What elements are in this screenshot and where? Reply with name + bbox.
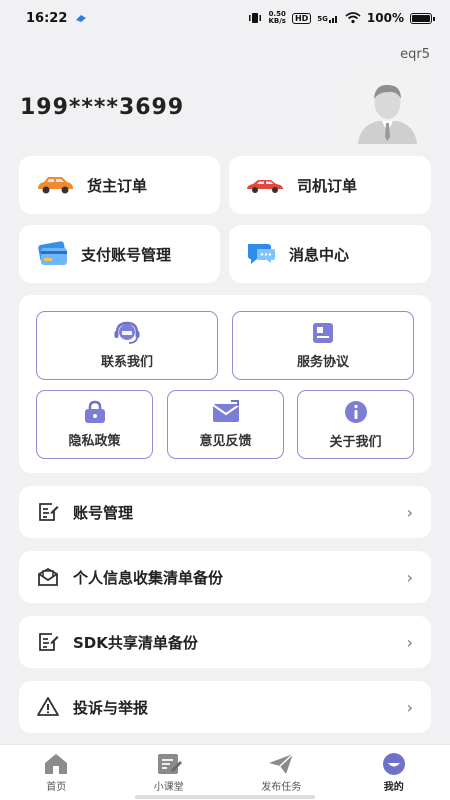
edit-document-icon <box>39 503 59 521</box>
tab-classroom[interactable]: 小课堂 <box>113 752 225 793</box>
avatar-person-icon <box>344 75 431 144</box>
wifi-icon <box>345 12 361 24</box>
driver-orders-card[interactable]: 司机订单 <box>229 156 431 214</box>
message-bubble-icon <box>248 244 275 264</box>
privacy-policy-button[interactable]: 隐私政策 <box>36 390 153 459</box>
lock-icon <box>84 400 105 423</box>
feedback-label: 意见反馈 <box>199 434 252 449</box>
username-label: eqr5 <box>400 47 430 62</box>
tab-mine-label: 我的 <box>383 782 404 793</box>
edit-document-icon <box>39 633 59 651</box>
network-speed: 0.50 KB/s <box>268 10 286 25</box>
personal-info-list-label: 个人信息收集清单备份 <box>73 568 224 587</box>
sdk-share-list-item[interactable]: SDK共享清单备份 › <box>19 616 431 668</box>
phone-number: 199****3699 <box>20 95 185 120</box>
services-panel: 联系我们 服务协议 隐私政策 意见反馈 关于我们 <box>19 295 431 473</box>
headset-icon <box>114 321 140 344</box>
shipper-orders-card[interactable]: 货主订单 <box>19 156 220 214</box>
tab-publish-task-label: 发布任务 <box>261 782 302 793</box>
tab-mine[interactable]: 我的 <box>338 752 450 793</box>
bottom-tab-bar: 首页 小课堂 发布任务 我的 <box>0 744 450 800</box>
tab-home-label: 首页 <box>46 782 67 793</box>
chevron-right-icon: › <box>406 502 413 522</box>
home-icon <box>45 754 68 774</box>
status-bar: 16:22 0.50 KB/s HD 5G 100% <box>0 0 450 36</box>
sdk-share-list-label: SDK共享清单备份 <box>73 633 198 652</box>
chevron-right-icon: › <box>406 697 413 717</box>
message-center-card[interactable]: 消息中心 <box>229 225 431 283</box>
tab-publish-task[interactable]: 发布任务 <box>225 752 337 793</box>
avatar[interactable] <box>344 75 431 144</box>
chevron-right-icon: › <box>406 632 413 652</box>
chevron-right-icon: › <box>406 567 413 587</box>
payment-account-card[interactable]: 支付账号管理 <box>19 225 220 283</box>
about-us-button[interactable]: 关于我们 <box>297 390 414 459</box>
tab-classroom-label: 小课堂 <box>153 782 184 793</box>
paper-plane-icon <box>269 753 294 774</box>
hd-badge: HD <box>291 12 312 24</box>
complaint-report-item[interactable]: 投诉与举报 › <box>19 681 431 733</box>
message-center-label: 消息中心 <box>289 245 350 264</box>
notebook-pen-icon <box>157 754 182 774</box>
contact-us-label: 联系我们 <box>100 355 153 370</box>
battery-icon <box>410 12 435 24</box>
complaint-report-label: 投诉与举报 <box>73 698 149 717</box>
service-agreement-button[interactable]: 服务协议 <box>232 311 414 380</box>
mail-open-icon <box>38 567 58 586</box>
payment-card-icon <box>38 241 67 265</box>
payment-account-label: 支付账号管理 <box>81 245 172 264</box>
privacy-policy-label: 隐私政策 <box>68 434 121 449</box>
document-icon <box>313 323 333 343</box>
car-orange-icon <box>38 177 73 194</box>
info-icon <box>344 401 367 423</box>
driver-orders-label: 司机订单 <box>297 176 358 195</box>
service-agreement-label: 服务协议 <box>296 355 349 370</box>
app-notification-icon <box>76 15 87 22</box>
tab-home[interactable]: 首页 <box>0 752 112 793</box>
account-management-item[interactable]: 账号管理 › <box>19 486 431 538</box>
car-red-icon <box>247 180 283 193</box>
envelope-icon <box>211 400 240 422</box>
home-indicator <box>135 795 315 799</box>
status-time: 16:22 <box>26 10 68 26</box>
personal-info-list-item[interactable]: 个人信息收集清单备份 › <box>19 551 431 603</box>
profile-smile-icon <box>382 753 405 775</box>
battery-percent: 100% <box>366 11 404 25</box>
warning-icon <box>37 697 59 716</box>
account-management-label: 账号管理 <box>73 503 134 522</box>
shipper-orders-label: 货主订单 <box>87 176 148 195</box>
about-us-label: 关于我们 <box>329 435 382 450</box>
signal-icon: 5G <box>317 14 339 23</box>
contact-us-button[interactable]: 联系我们 <box>36 311 218 380</box>
vibrate-icon <box>249 13 262 23</box>
feedback-button[interactable]: 意见反馈 <box>167 390 284 459</box>
